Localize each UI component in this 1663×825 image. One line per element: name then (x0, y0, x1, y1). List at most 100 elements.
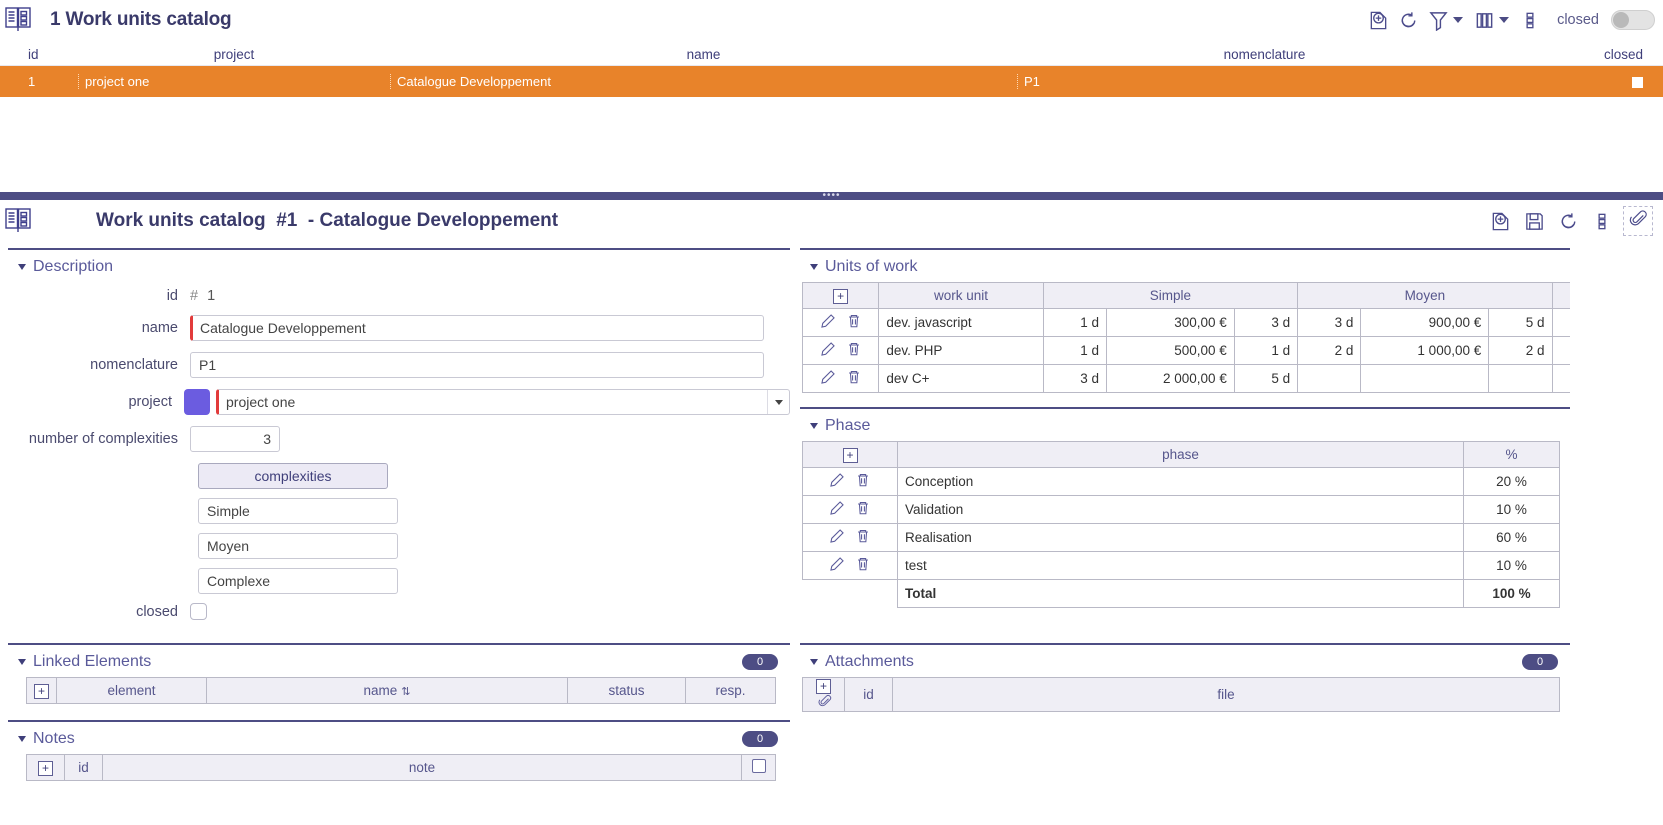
more-options-icon[interactable] (1517, 6, 1543, 34)
total-label: Total (897, 579, 1464, 608)
column-header-project[interactable]: project (78, 47, 390, 62)
save-icon[interactable] (1521, 207, 1547, 235)
project-select[interactable]: project one (216, 389, 790, 415)
chevron-down-icon[interactable] (810, 264, 818, 270)
name-input[interactable]: Catalogue Developpement (190, 315, 764, 341)
chevron-down-icon[interactable] (810, 423, 818, 429)
column-header-moyen[interactable]: Moyen (1297, 282, 1553, 309)
edit-icon[interactable] (820, 370, 840, 388)
chevron-down-icon[interactable] (767, 390, 789, 414)
table-row[interactable]: Conception 20 % (802, 467, 1560, 496)
book-icon (4, 5, 34, 35)
delete-icon[interactable] (855, 501, 871, 519)
column-header-name[interactable]: name (390, 47, 1017, 62)
column-header-percent[interactable]: % (1463, 441, 1560, 468)
project-select-value[interactable]: project one (216, 389, 790, 415)
column-header-phase[interactable]: phase (897, 441, 1464, 468)
column-header-element[interactable]: element (56, 677, 207, 704)
notes-select-all-checkbox[interactable] (751, 759, 766, 773)
add-row-button[interactable]: + (38, 760, 53, 776)
complexity-input-0[interactable]: Simple (198, 498, 398, 524)
column-header-resp[interactable]: resp. (685, 677, 776, 704)
section-header-attachments[interactable]: Attachments 0 (800, 645, 1570, 677)
filter-icon[interactable] (1425, 6, 1451, 34)
delete-icon[interactable] (855, 529, 871, 547)
paperclip-icon[interactable] (818, 695, 832, 711)
notes-select-all-cell (741, 754, 776, 781)
cell-name: Catalogue Developpement (390, 74, 1017, 89)
table-header-row: + element name ⇅ status resp. (26, 677, 776, 704)
closed-toggle-label: closed (1557, 12, 1599, 28)
delete-icon[interactable] (846, 370, 862, 388)
section-header-phase[interactable]: Phase (800, 409, 1570, 441)
table-row[interactable]: dev C+ 3 d 2 000,00 € 5 d 8 d 5 000,00 €… (802, 364, 1570, 393)
columns-dropdown-caret[interactable] (1499, 17, 1510, 23)
complexities-button[interactable]: complexities (198, 463, 388, 489)
delete-icon[interactable] (855, 473, 871, 491)
attachment-button[interactable] (1623, 206, 1653, 236)
delete-icon[interactable] (846, 314, 862, 332)
section-header-description[interactable]: Description (8, 250, 790, 282)
field-id: id #1 (8, 288, 790, 304)
table-row[interactable]: Validation 10 % (802, 495, 1560, 524)
add-row-button[interactable]: + (34, 683, 49, 699)
table-row[interactable]: Realisation 60 % (802, 523, 1560, 552)
edit-icon[interactable] (820, 342, 840, 360)
chevron-down-icon[interactable] (18, 659, 26, 665)
column-header-nomenclature[interactable]: nomenclature (1017, 47, 1512, 62)
column-header-id[interactable]: id (64, 754, 103, 781)
column-header-complexe[interactable]: Complexe (1551, 282, 1570, 309)
column-header-closed[interactable]: closed (1512, 47, 1663, 62)
columns-icon[interactable] (1471, 6, 1497, 34)
add-document-icon[interactable] (1365, 6, 1391, 34)
refresh-icon[interactable] (1555, 207, 1581, 235)
field-label-project: project (128, 394, 172, 410)
column-header-file[interactable]: file (892, 677, 1560, 712)
project-color-swatch[interactable] (184, 389, 210, 415)
column-header-work-unit[interactable]: work unit (878, 282, 1044, 309)
add-row-button[interactable]: + (833, 288, 849, 304)
section-header-linked-elements[interactable]: Linked Elements 0 (8, 645, 790, 677)
complexity-input-2[interactable]: Complexe (198, 568, 398, 594)
edit-icon[interactable] (829, 473, 849, 491)
refresh-icon[interactable] (1395, 6, 1421, 34)
number-of-complexities-input[interactable]: 3 (190, 426, 280, 452)
list-column-headers: id project name nomenclature closed (0, 40, 1663, 66)
closed-checkbox[interactable] (190, 603, 207, 620)
complexity-input-1[interactable]: Moyen (198, 533, 398, 559)
sort-icon[interactable]: ⇅ (401, 686, 410, 698)
column-header-name[interactable]: name ⇅ (206, 677, 568, 704)
column-header-simple[interactable]: Simple (1042, 282, 1299, 309)
cell-moyen-days1: 3 d (1297, 308, 1362, 337)
add-document-icon[interactable] (1487, 207, 1513, 235)
table-row[interactable]: test 10 % (802, 551, 1560, 580)
table-row[interactable]: dev. PHP 1 d 500,00 € 1 d 2 d 1 000,00 €… (802, 336, 1570, 365)
nomenclature-input[interactable]: P1 (190, 352, 764, 378)
delete-icon[interactable] (855, 557, 871, 575)
chevron-down-icon[interactable] (18, 264, 26, 270)
notes-table: + id note (26, 754, 776, 781)
add-row-button[interactable]: + (842, 447, 858, 463)
more-options-icon[interactable] (1589, 207, 1615, 235)
cell-simple-days2: 1 d (1233, 336, 1299, 365)
delete-icon[interactable] (846, 342, 862, 360)
edit-icon[interactable] (829, 557, 849, 575)
edit-icon[interactable] (829, 501, 849, 519)
section-header-units-of-work[interactable]: Units of work (800, 250, 1570, 282)
filter-dropdown-caret[interactable] (1453, 17, 1464, 23)
column-header-id[interactable]: id (0, 47, 78, 62)
row-closed-checkbox[interactable] (1632, 77, 1643, 89)
section-header-notes[interactable]: Notes 0 (8, 722, 790, 754)
edit-icon[interactable] (829, 529, 849, 547)
chevron-down-icon[interactable] (18, 736, 26, 742)
column-header-id[interactable]: id (844, 677, 893, 712)
panel-splitter[interactable]: •••• (0, 191, 1663, 201)
table-row[interactable]: dev. javascript 1 d 300,00 € 3 d 3 d 900… (802, 308, 1570, 337)
add-row-button[interactable]: + (816, 679, 831, 694)
column-header-note[interactable]: note (102, 754, 742, 781)
closed-toggle[interactable] (1611, 10, 1655, 30)
chevron-down-icon[interactable] (810, 659, 818, 665)
table-row[interactable]: 1 project one Catalogue Developpement P1 (0, 66, 1663, 97)
edit-icon[interactable] (820, 314, 840, 332)
column-header-status[interactable]: status (567, 677, 686, 704)
